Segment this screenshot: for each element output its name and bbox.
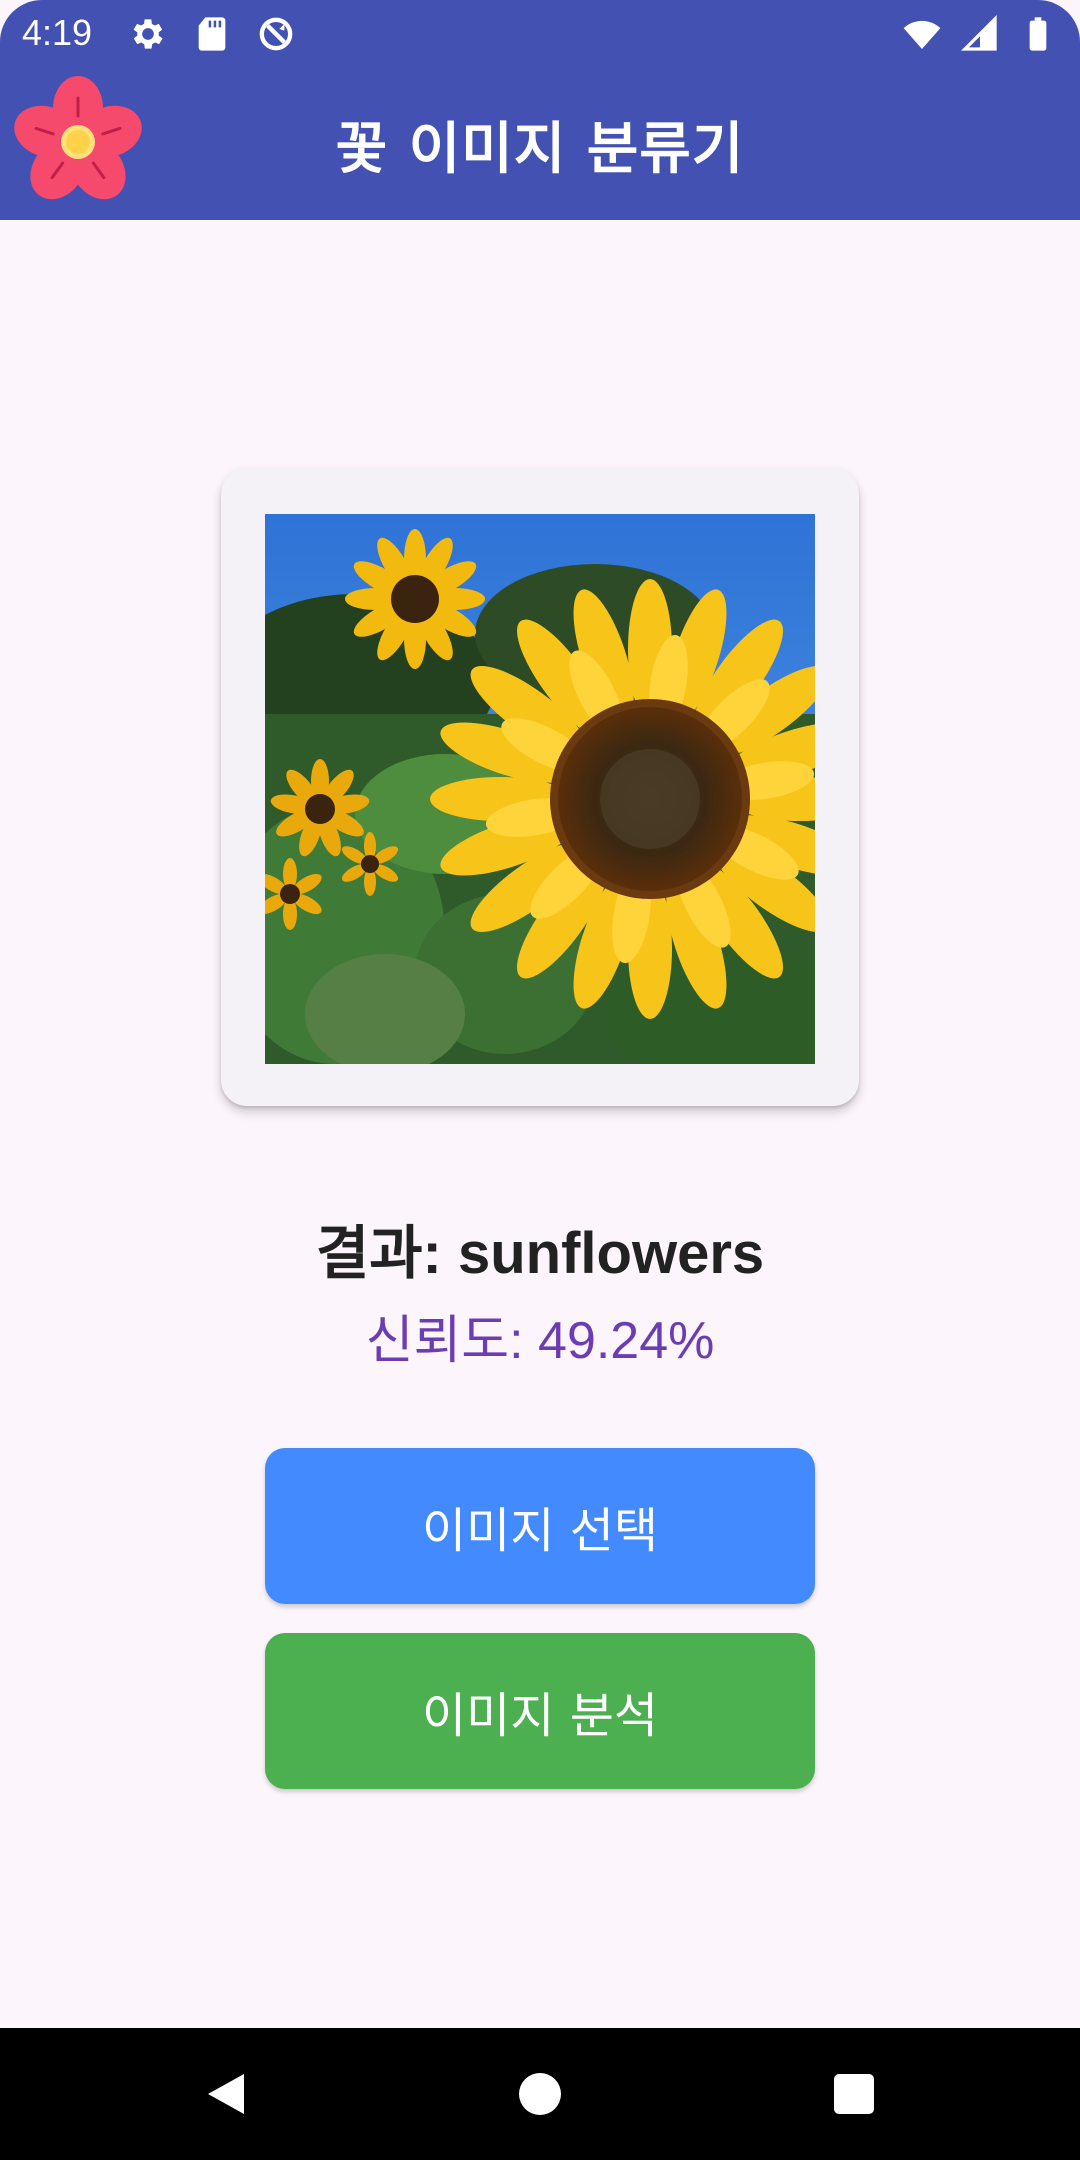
result-label: 결과: sunflowers [315,1221,765,1286]
app-bar: 꽃 이미지 분류기 [0,68,1080,220]
home-icon[interactable] [512,2066,568,2122]
status-time: 4:19 [22,12,93,53]
select-image-button[interactable]: 이미지 선택 [265,1448,815,1604]
recents-icon[interactable] [826,2066,882,2122]
system-nav-bar [0,2028,1080,2160]
back-icon[interactable] [200,2066,256,2122]
analyze-image-button[interactable]: 이미지 분석 [265,1633,815,1789]
app-title: 꽃 이미지 분류기 [335,117,745,182]
status-bar: 4:19 [0,0,1080,68]
image-preview-card [221,468,859,1106]
no-sync-icon [259,17,293,51]
sd-card-icon [198,17,226,51]
confidence-label: 신뢰도: 49.24% [365,1312,715,1370]
wifi-icon [903,20,941,49]
settings-icon [133,19,163,49]
signal-icon [960,14,997,51]
battery-icon [1029,17,1047,51]
app-screen: 4:19 꽃 이미지 분류기 결과: sunflowers 신뢰도: 49.24… [0,0,1080,2160]
sunflower-photo [265,514,815,1064]
